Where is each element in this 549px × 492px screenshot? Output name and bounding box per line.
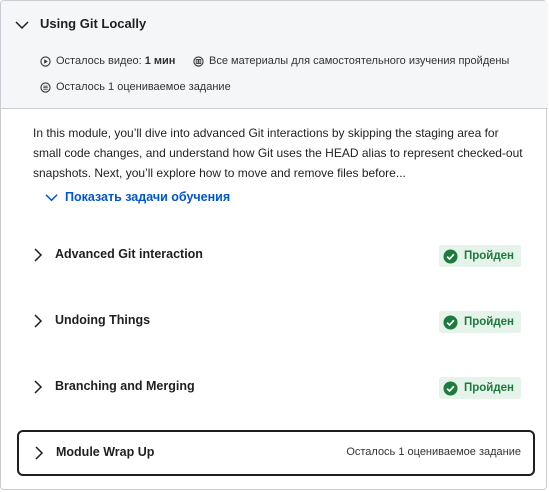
status-badge: Пройден (438, 245, 521, 267)
graded-left-info: Осталось 1 оцениваемое задание (40, 81, 231, 93)
lesson-title: Advanced Git interaction (55, 247, 203, 261)
check-circle-icon (443, 248, 458, 264)
show-objectives-label: Показать задачи обучения (65, 190, 231, 204)
lesson-title: Branching and Merging (55, 379, 195, 393)
quiz-icon (40, 81, 51, 93)
materials-status-text: Все материалы для самостоятельного изуче… (209, 55, 510, 67)
graded-left-text: Осталось 1 оцениваемое задание (56, 81, 231, 93)
status-badge-label: Пройден (463, 316, 514, 328)
status-badge-label: Пройден (463, 382, 514, 394)
graded-left-status: Осталось 1 оцениваемое задание (346, 446, 521, 458)
video-left-label: Осталось видео: (56, 55, 142, 67)
module-panel: Using Git Locally Осталось видео: 1 мин … (0, 0, 548, 490)
show-objectives-button[interactable]: Показать задачи обучения (45, 190, 230, 204)
video-left-value: 1 мин (144, 55, 176, 67)
chevron-down-icon[interactable] (15, 18, 29, 32)
video-left-info: Осталось видео: 1 мин (40, 55, 175, 67)
reading-icon (193, 55, 204, 67)
chevron-right-icon (34, 314, 43, 328)
play-circle-icon (40, 55, 51, 67)
chevron-down-icon (45, 193, 58, 201)
chevron-right-icon (34, 248, 43, 262)
status-badge-label: Пройден (463, 250, 514, 262)
lesson-title: Module Wrap Up (56, 445, 155, 459)
chevron-right-icon (35, 446, 44, 460)
lesson-title: Undoing Things (55, 313, 151, 327)
check-circle-icon (443, 380, 458, 396)
lesson-row-advanced-git[interactable]: Advanced Git interaction Пройден (17, 233, 535, 277)
check-circle-icon (443, 314, 458, 330)
status-badge: Пройден (438, 311, 521, 333)
lesson-row-branching-merging[interactable]: Branching and Merging Пройден (17, 365, 535, 409)
module-description: In this module, you’ll dive into advance… (33, 126, 523, 180)
module-header[interactable]: Using Git Locally Осталось видео: 1 мин … (1, 1, 548, 109)
lesson-row-undoing-things[interactable]: Undoing Things Пройден (17, 299, 535, 343)
materials-status-info: Все материалы для самостоятельного изуче… (193, 55, 509, 67)
status-badge: Пройден (438, 377, 521, 399)
module-title: Using Git Locally (40, 16, 147, 31)
chevron-right-icon (34, 380, 43, 394)
lesson-row-module-wrap-up[interactable]: Module Wrap Up Осталось 1 оцениваемое за… (17, 430, 535, 476)
